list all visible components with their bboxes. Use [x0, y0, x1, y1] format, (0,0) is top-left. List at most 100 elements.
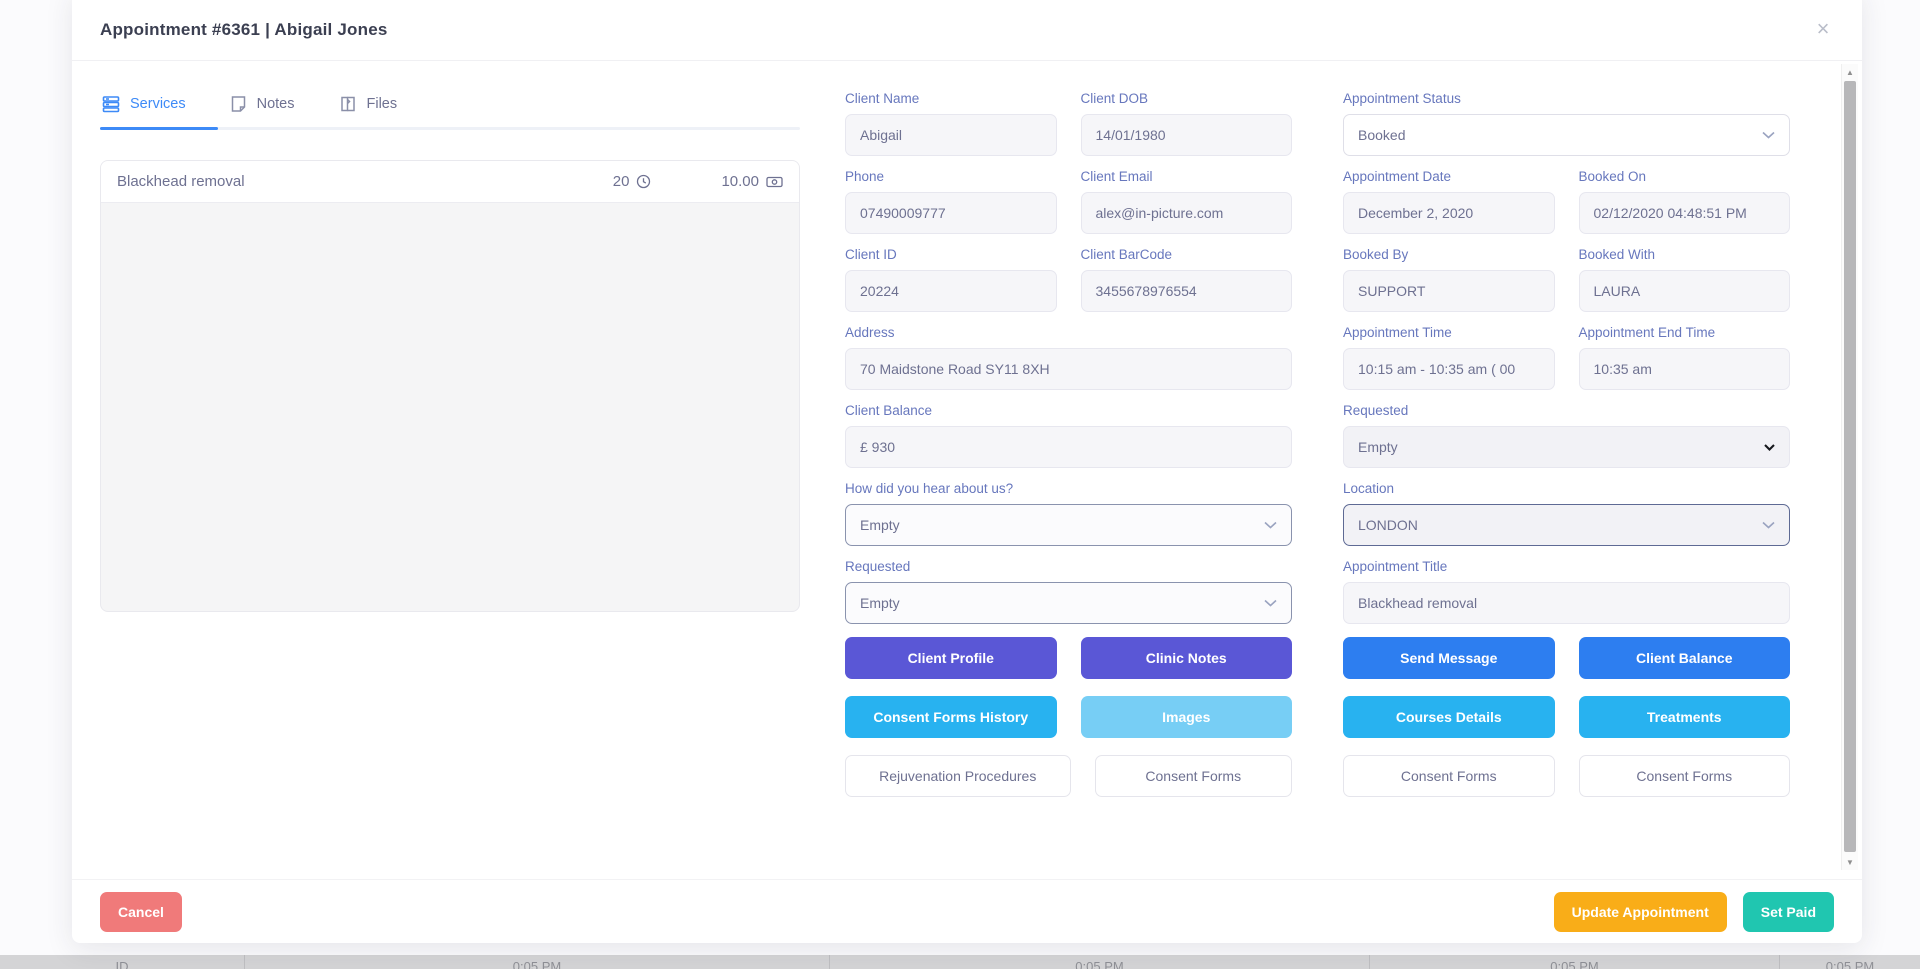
- client-id-input[interactable]: 20224: [845, 270, 1057, 312]
- consent-forms-history-button[interactable]: Consent Forms History: [845, 696, 1057, 738]
- field-address: Address 70 Maidstone Road SY11 8XH: [845, 325, 1292, 390]
- client-balance-button[interactable]: Client Balance: [1579, 637, 1791, 679]
- location-select[interactable]: LONDON: [1343, 504, 1790, 546]
- booked-with-label: Booked With: [1579, 247, 1791, 262]
- modal-body: Services Notes: [72, 61, 1862, 879]
- background-cell: 0:05 PM: [830, 955, 1370, 969]
- client-dob-label: Client DOB: [1081, 91, 1293, 106]
- address-label: Address: [845, 325, 1292, 340]
- client-email-input[interactable]: alex@in-picture.com: [1081, 192, 1293, 234]
- chevron-down-icon: [1264, 521, 1277, 529]
- appointment-time-input[interactable]: 10:15 am - 10:35 am ( 00: [1343, 348, 1555, 390]
- appointment-title-label: Appointment Title: [1343, 559, 1790, 574]
- note-icon: [230, 95, 247, 113]
- phone-label: Phone: [845, 169, 1057, 184]
- field-client-barcode: Client BarCode 3455678976554: [1081, 247, 1293, 312]
- field-booked-on: Booked On 02/12/2020 04:48:51 PM: [1579, 169, 1791, 234]
- appointment-end-time-input[interactable]: 10:35 am: [1579, 348, 1791, 390]
- consent-forms-button[interactable]: Consent Forms: [1343, 755, 1555, 797]
- address-input[interactable]: 70 Maidstone Road SY11 8XH: [845, 348, 1292, 390]
- images-button[interactable]: Images: [1081, 696, 1293, 738]
- set-paid-button[interactable]: Set Paid: [1743, 892, 1834, 932]
- background-table-strip: ID 0:05 PM 0:05 PM 0:05 PM 0:05 PM: [0, 955, 1920, 969]
- consent-forms-button[interactable]: Consent Forms: [1579, 755, 1791, 797]
- requested-right-select[interactable]: Empty: [1343, 426, 1790, 468]
- hear-about-select[interactable]: Empty: [845, 504, 1292, 546]
- update-appointment-button[interactable]: Update Appointment: [1554, 892, 1727, 932]
- appointment-status-label: Appointment Status: [1343, 91, 1790, 106]
- booked-on-input[interactable]: 02/12/2020 04:48:51 PM: [1579, 192, 1791, 234]
- requested-left-select[interactable]: Empty: [845, 582, 1292, 624]
- field-booked-with: Booked With LAURA: [1579, 247, 1791, 312]
- cancel-button[interactable]: Cancel: [100, 892, 182, 932]
- field-requested-left: Requested Empty: [845, 559, 1292, 624]
- tab-files-label: Files: [367, 96, 398, 112]
- service-row[interactable]: Blackhead removal 20 10.00: [101, 161, 799, 203]
- field-client-email: Client Email alex@in-picture.com: [1081, 169, 1293, 234]
- booked-by-input[interactable]: SUPPORT: [1343, 270, 1555, 312]
- appointment-status-select[interactable]: Booked: [1343, 114, 1790, 156]
- tab-services[interactable]: Services: [102, 95, 186, 113]
- field-client-balance: Client Balance £ 930: [845, 403, 1292, 468]
- scroll-up-icon[interactable]: ▲: [1842, 64, 1858, 80]
- field-requested-right: Requested Empty: [1343, 403, 1790, 468]
- background-cell: ID: [0, 955, 245, 969]
- phone-input[interactable]: 07490009777: [845, 192, 1057, 234]
- scroll-down-icon[interactable]: ▼: [1842, 854, 1858, 870]
- form-column-right: Appointment Status Booked Appointment Da…: [1343, 91, 1790, 879]
- rejuvenation-procedures-button[interactable]: Rejuvenation Procedures: [845, 755, 1071, 797]
- services-panel: Services Notes: [100, 91, 800, 879]
- tab-files[interactable]: Files: [339, 95, 398, 113]
- courses-details-button[interactable]: Courses Details: [1343, 696, 1555, 738]
- files-icon: [339, 95, 357, 113]
- booked-by-label: Booked By: [1343, 247, 1555, 262]
- treatments-button[interactable]: Treatments: [1579, 696, 1791, 738]
- consent-forms-button[interactable]: Consent Forms: [1095, 755, 1293, 797]
- appointment-time-label: Appointment Time: [1343, 325, 1555, 340]
- modal-title: Appointment #6361 | Abigail Jones: [100, 20, 1834, 40]
- appointment-title-input[interactable]: Blackhead removal: [1343, 582, 1790, 624]
- appointment-end-time-label: Appointment End Time: [1579, 325, 1791, 340]
- tab-services-label: Services: [130, 96, 186, 112]
- client-name-input[interactable]: Abigail: [845, 114, 1057, 156]
- services-list: Blackhead removal 20 10.00: [100, 160, 800, 612]
- clinic-notes-button[interactable]: Clinic Notes: [1081, 637, 1293, 679]
- field-appointment-title: Appointment Title Blackhead removal: [1343, 559, 1790, 624]
- service-price: 10.00: [721, 173, 783, 190]
- client-profile-button[interactable]: Client Profile: [845, 637, 1057, 679]
- cash-icon: [766, 175, 783, 189]
- send-message-button[interactable]: Send Message: [1343, 637, 1555, 679]
- appointment-form: Client Name Abigail Client DOB 14/01/198…: [845, 91, 1790, 879]
- form-column-left: Client Name Abigail Client DOB 14/01/198…: [845, 91, 1292, 879]
- field-client-dob: Client DOB 14/01/1980: [1081, 91, 1293, 156]
- client-balance-input[interactable]: £ 930: [845, 426, 1292, 468]
- field-client-name: Client Name Abigail: [845, 91, 1057, 156]
- client-dob-input[interactable]: 14/01/1980: [1081, 114, 1293, 156]
- field-phone: Phone 07490009777: [845, 169, 1057, 234]
- booked-on-label: Booked On: [1579, 169, 1791, 184]
- chevron-down-icon: [1764, 444, 1775, 451]
- field-appointment-time: Appointment Time 10:15 am - 10:35 am ( 0…: [1343, 325, 1555, 390]
- service-name: Blackhead removal: [117, 173, 613, 190]
- chevron-down-icon: [1264, 599, 1277, 607]
- tab-bar: Services Notes: [100, 91, 800, 127]
- tab-underline: [100, 127, 800, 130]
- background-cell: 0:05 PM: [1370, 955, 1780, 969]
- tab-notes[interactable]: Notes: [230, 95, 295, 113]
- appointment-date-input[interactable]: December 2, 2020: [1343, 192, 1555, 234]
- scrollbar-thumb[interactable]: [1844, 81, 1856, 852]
- clock-icon: [636, 174, 651, 189]
- client-balance-label: Client Balance: [845, 403, 1292, 418]
- field-client-id: Client ID 20224: [845, 247, 1057, 312]
- requested-left-label: Requested: [845, 559, 1292, 574]
- chevron-down-icon: [1762, 521, 1775, 529]
- field-location: Location LONDON: [1343, 481, 1790, 546]
- modal-header: Appointment #6361 | Abigail Jones ×: [72, 0, 1862, 61]
- tab-notes-label: Notes: [257, 96, 295, 112]
- booked-with-input[interactable]: LAURA: [1579, 270, 1791, 312]
- field-appointment-status: Appointment Status Booked: [1343, 91, 1790, 156]
- client-barcode-input[interactable]: 3455678976554: [1081, 270, 1293, 312]
- close-icon[interactable]: ×: [1810, 16, 1836, 42]
- background-cell: 0:05 PM: [245, 955, 830, 969]
- vertical-scrollbar[interactable]: ▲ ▼: [1841, 64, 1858, 870]
